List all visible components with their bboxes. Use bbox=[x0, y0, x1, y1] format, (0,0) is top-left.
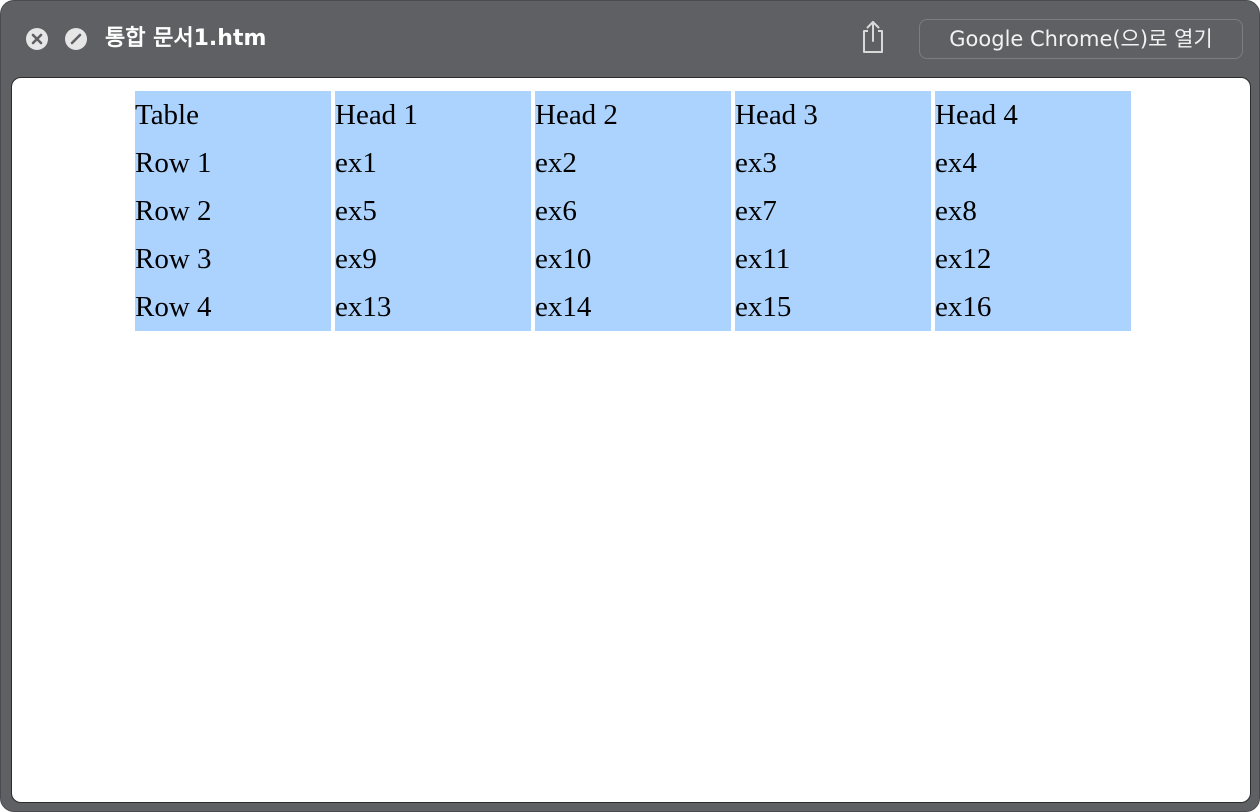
window-title: 통합 문서1.htm bbox=[105, 26, 267, 51]
table-cell: Head 3 bbox=[735, 91, 931, 139]
table-row: Row 2 ex5 ex6 ex7 ex8 bbox=[135, 187, 1131, 235]
table-header-row: Table Head 1 Head 2 Head 3 Head 4 bbox=[135, 91, 1131, 139]
table-cell: ex1 bbox=[335, 139, 531, 187]
table-cell: Head 4 bbox=[935, 91, 1131, 139]
table-row: Row 1 ex1 ex2 ex3 ex4 bbox=[135, 139, 1131, 187]
table-cell: ex3 bbox=[735, 139, 931, 187]
close-icon bbox=[31, 33, 43, 45]
open-with-chrome-button[interactable]: Google Chrome(으)로 열기 bbox=[919, 19, 1243, 59]
table-cell: ex2 bbox=[535, 139, 731, 187]
table-cell: ex9 bbox=[335, 235, 531, 283]
table-cell: ex15 bbox=[735, 283, 931, 331]
table-cell: ex10 bbox=[535, 235, 731, 283]
table-cell: Row 3 bbox=[135, 235, 331, 283]
table-cell: ex5 bbox=[335, 187, 531, 235]
block-button[interactable] bbox=[65, 28, 87, 50]
document-preview: Table Head 1 Head 2 Head 3 Head 4 Row 1 … bbox=[11, 77, 1251, 803]
title-bar: 통합 문서1.htm Google Chrome(으)로 열기 bbox=[1, 1, 1259, 77]
table-cell: Row 4 bbox=[135, 283, 331, 331]
table-cell: Row 1 bbox=[135, 139, 331, 187]
table-cell: Row 2 bbox=[135, 187, 331, 235]
table-cell: ex11 bbox=[735, 235, 931, 283]
table-cell: Head 1 bbox=[335, 91, 531, 139]
table-cell: ex4 bbox=[935, 139, 1131, 187]
table-cell: ex14 bbox=[535, 283, 731, 331]
share-button[interactable] bbox=[857, 19, 889, 55]
table-cell: ex12 bbox=[935, 235, 1131, 283]
table-cell: ex7 bbox=[735, 187, 931, 235]
table-cell: ex13 bbox=[335, 283, 531, 331]
table-cell: Table bbox=[135, 91, 331, 139]
quicklook-window: 통합 문서1.htm Google Chrome(으)로 열기 Table He… bbox=[0, 0, 1260, 812]
table-row: Row 4 ex13 ex14 ex15 ex16 bbox=[135, 283, 1131, 331]
table-cell: Head 2 bbox=[535, 91, 731, 139]
block-icon bbox=[70, 33, 82, 45]
table-cell: ex16 bbox=[935, 283, 1131, 331]
share-icon bbox=[863, 21, 883, 53]
table-cell: ex6 bbox=[535, 187, 731, 235]
table-row: Row 3 ex9 ex10 ex11 ex12 bbox=[135, 235, 1131, 283]
table-cell: ex8 bbox=[935, 187, 1131, 235]
data-table: Table Head 1 Head 2 Head 3 Head 4 Row 1 … bbox=[131, 91, 1135, 331]
close-button[interactable] bbox=[26, 28, 48, 50]
